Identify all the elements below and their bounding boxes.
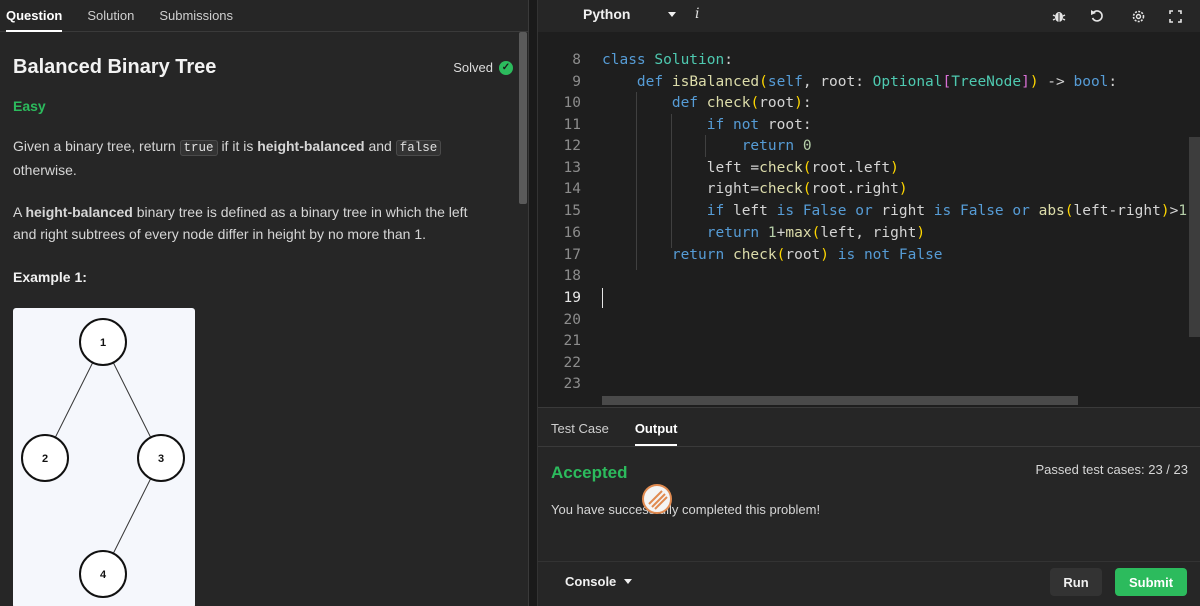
- code-line: class Solution:: [602, 52, 733, 68]
- line-number: 21: [563, 333, 581, 349]
- passed-test-cases: Passed test cases: 23 / 23: [1035, 462, 1188, 477]
- tree-node-label: 1: [100, 337, 106, 349]
- tab-test-case[interactable]: Test Case: [551, 408, 609, 446]
- desc-text: otherwise.: [13, 162, 77, 178]
- problem-description: Given a binary tree, return true if it i…: [13, 135, 483, 181]
- code-line: def isBalanced(self, root: Optional[Tree…: [636, 74, 1118, 90]
- chevron-down-icon: [624, 579, 633, 584]
- result-panel: Test Case Output Accepted Passed test ca…: [538, 407, 1200, 606]
- line-number: 23: [563, 376, 581, 392]
- line-number: 10: [563, 95, 581, 111]
- problem-content: Balanced Binary Tree Solved ✓ Easy Given…: [13, 32, 516, 606]
- console-label: Console: [565, 574, 617, 589]
- code-line: left =check(root.left): [602, 160, 899, 176]
- check-circle-icon: ✓: [499, 60, 513, 75]
- example-tree-image: 1 2 3 4: [13, 308, 195, 606]
- line-number: 13: [563, 160, 581, 176]
- submit-button[interactable]: Submit: [1115, 568, 1187, 596]
- tab-output[interactable]: Output: [634, 408, 678, 446]
- solved-badge: Solved ✓: [453, 60, 513, 75]
- problem-scrollbar[interactable]: [519, 32, 527, 204]
- line-number: 8: [572, 52, 581, 68]
- avatar[interactable]: [642, 484, 672, 514]
- line-number: 12: [563, 138, 581, 154]
- console-toggle[interactable]: Console: [565, 574, 633, 589]
- run-button[interactable]: Run: [1050, 568, 1102, 596]
- tree-node-label: 2: [42, 453, 48, 465]
- line-number: 16: [563, 225, 581, 241]
- result-tabs: Test Case Output: [551, 408, 678, 446]
- solved-label: Solved: [453, 60, 493, 75]
- line-number: 11: [563, 117, 581, 133]
- tree-node-label: 4: [100, 569, 107, 581]
- code-line: return 0: [741, 138, 812, 154]
- vertical-scrollbar[interactable]: [1189, 137, 1200, 337]
- example-title: Example 1:: [13, 269, 87, 285]
- code-line: def check(root):: [671, 95, 812, 111]
- line-number: 20: [563, 312, 581, 328]
- divider: [538, 446, 1200, 447]
- app-root: Question Solution Submissions Balanced B…: [0, 0, 1200, 606]
- code-line: right=check(root.right): [602, 181, 908, 197]
- chevron-down-icon: [668, 11, 677, 17]
- code-line: return check(root) is not False: [671, 247, 943, 263]
- horizontal-scrollbar[interactable]: [602, 396, 1078, 405]
- gear-icon[interactable]: [1129, 7, 1147, 25]
- bug-icon[interactable]: [1050, 7, 1068, 25]
- desc-bold: height-balanced: [25, 204, 133, 220]
- inline-code-true: true: [179, 140, 218, 156]
- line-number: 9: [572, 74, 581, 90]
- editor-panel: Python i 7 8 9 10 11: [537, 0, 1200, 606]
- problem-title: Balanced Binary Tree: [13, 56, 217, 78]
- language-select[interactable]: Python: [583, 6, 677, 22]
- divider: [538, 561, 1200, 562]
- tab-solution[interactable]: Solution: [87, 0, 134, 32]
- desc-text: and: [368, 138, 392, 154]
- tab-question[interactable]: Question: [6, 0, 63, 32]
- code-line: if not root:: [706, 117, 812, 133]
- text-cursor: [602, 288, 603, 308]
- info-icon[interactable]: i: [695, 6, 699, 22]
- success-message: You have successfully completed this pro…: [551, 502, 821, 517]
- line-number: 17: [563, 247, 581, 263]
- language-label: Python: [583, 6, 631, 22]
- status-label: Accepted: [551, 463, 628, 482]
- code-line: return 1+max(left, right): [706, 225, 926, 241]
- desc-text: if it is: [221, 138, 254, 154]
- code-line: if left is False or right is False or ab…: [706, 203, 1196, 219]
- line-number-current: 19: [563, 290, 581, 306]
- code-editor[interactable]: 7 8 9 10 11 12 13 14 15 16 17 18 19 20 2…: [538, 32, 1200, 407]
- line-number: 14: [563, 181, 581, 197]
- line-number: 7: [572, 32, 581, 38]
- desc-text: A: [13, 204, 22, 220]
- fullscreen-icon[interactable]: [1166, 7, 1184, 25]
- tree-diagram: 1 2 3 4: [21, 318, 185, 598]
- desc-text: Given a binary tree, return: [13, 138, 176, 154]
- line-number: 15: [563, 203, 581, 219]
- problem-panel: Question Solution Submissions Balanced B…: [0, 0, 529, 606]
- problem-definition: A height-balanced binary tree is defined…: [13, 201, 483, 245]
- editor-toolbar: Python i: [538, 0, 1200, 32]
- desc-bold: height-balanced: [257, 138, 365, 154]
- difficulty-label: Easy: [13, 98, 46, 114]
- tab-submissions[interactable]: Submissions: [159, 0, 233, 32]
- problem-tabs: Question Solution Submissions: [0, 0, 528, 32]
- line-number: 18: [563, 268, 581, 284]
- tree-node-label: 3: [158, 453, 164, 465]
- line-number: 22: [563, 355, 581, 371]
- reset-icon[interactable]: [1088, 7, 1106, 25]
- inline-code-false: false: [395, 140, 442, 156]
